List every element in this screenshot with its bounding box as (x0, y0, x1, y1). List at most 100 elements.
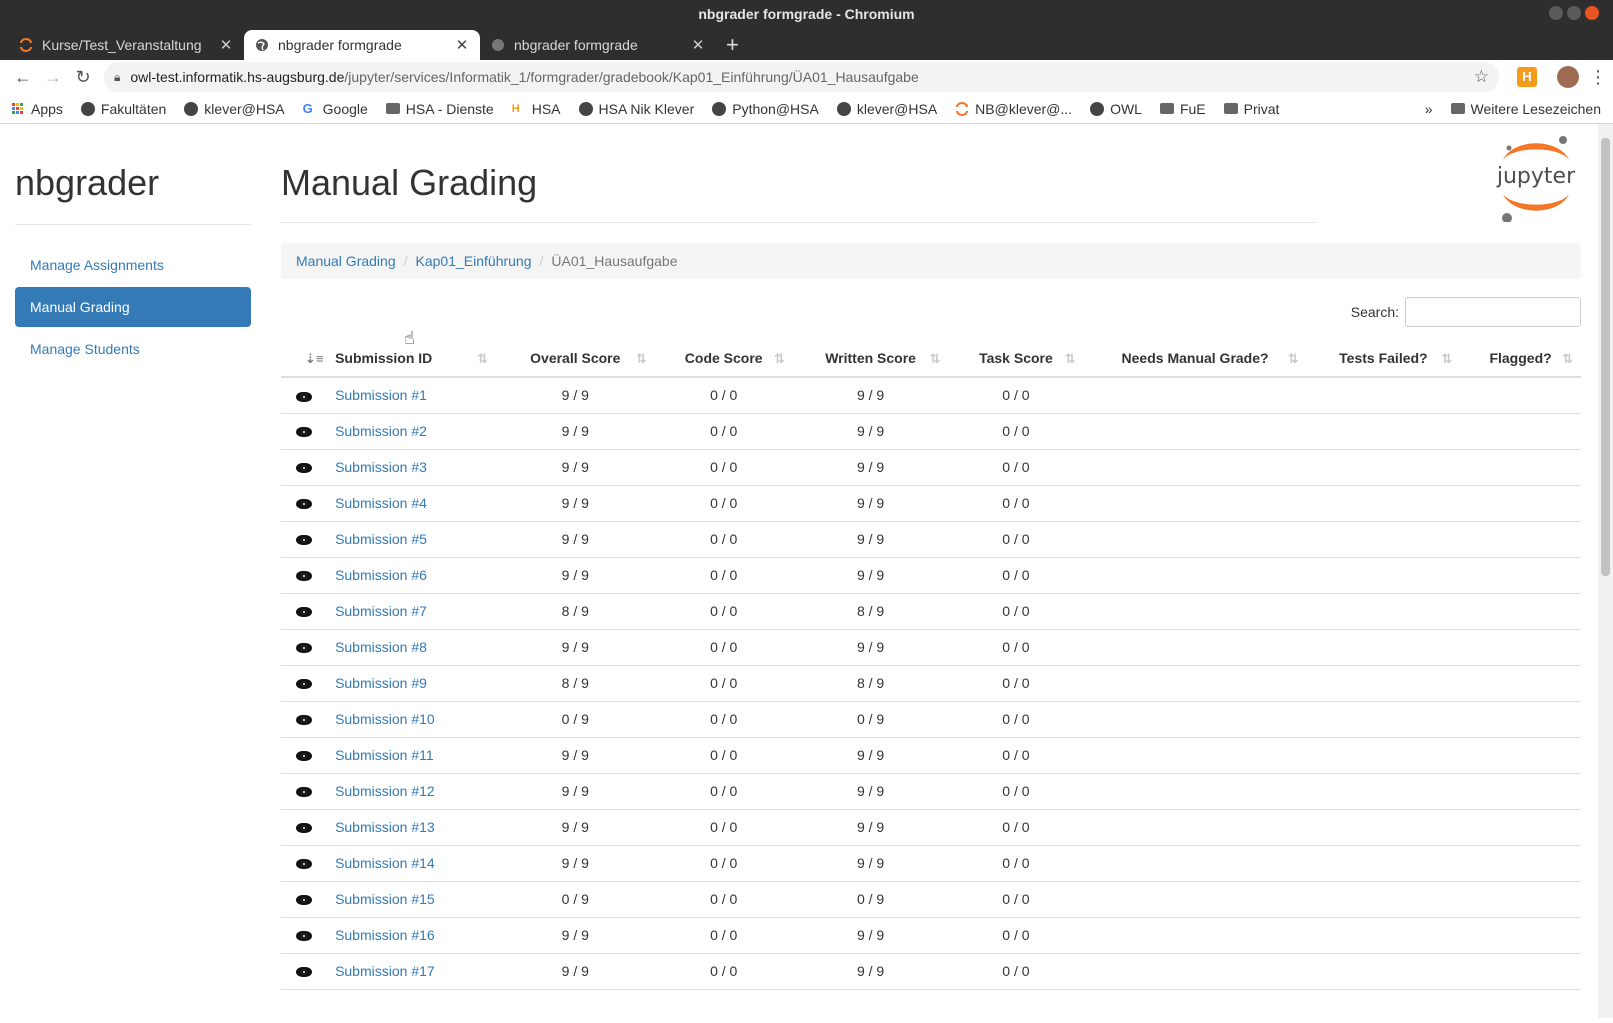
eye-icon[interactable] (296, 427, 313, 438)
submission-link[interactable]: Submission #8 (335, 639, 427, 655)
browser-menu-icon[interactable]: ⋮ (1589, 67, 1607, 88)
view-cell[interactable] (281, 485, 328, 522)
view-cell[interactable] (281, 377, 328, 414)
new-tab-button[interactable]: + (726, 30, 739, 60)
view-cell[interactable] (281, 593, 328, 630)
maximize-button[interactable] (1567, 6, 1581, 20)
submission-link[interactable]: Submission #11 (335, 747, 434, 763)
bookmark-privat[interactable]: Privat (1223, 101, 1279, 117)
view-cell[interactable] (281, 665, 328, 702)
view-cell[interactable] (281, 701, 328, 738)
submission-link[interactable]: Submission #14 (335, 855, 435, 871)
eye-icon[interactable] (296, 931, 313, 942)
eye-icon[interactable] (296, 391, 313, 402)
minimize-button[interactable] (1549, 6, 1563, 20)
column-header-flagged[interactable]: Flagged? ⇅ (1460, 339, 1581, 378)
view-cell[interactable] (281, 953, 328, 990)
bookmark-apps[interactable]: Apps (12, 101, 63, 117)
sidebar-item-manual-grading[interactable]: Manual Grading (15, 287, 251, 327)
close-tab-icon[interactable]: ✕ (454, 36, 470, 54)
eye-icon[interactable] (296, 499, 313, 510)
browser-tab-1[interactable]: Kurse/Test_Veranstaltung ✕ (8, 30, 244, 60)
close-tab-icon[interactable]: ✕ (690, 36, 706, 54)
bookmark-python-hsa[interactable]: Python@HSA (712, 101, 819, 117)
submission-link[interactable]: Submission #9 (335, 675, 427, 691)
breadcrumb-manual-grading[interactable]: Manual Grading (296, 253, 396, 269)
submission-link[interactable]: Submission #5 (335, 531, 427, 547)
view-cell[interactable] (281, 557, 328, 594)
extension-icon[interactable]: H (1517, 67, 1537, 87)
search-input[interactable] (1405, 297, 1581, 327)
scrollbar-thumb[interactable] (1601, 138, 1610, 576)
back-button[interactable]: ← (8, 67, 38, 88)
eye-icon[interactable] (296, 751, 313, 762)
eye-icon[interactable] (296, 571, 313, 582)
view-cell[interactable] (281, 629, 328, 666)
column-header-code-score[interactable]: Code Score ⇅ (654, 339, 793, 378)
view-cell[interactable] (281, 881, 328, 918)
bookmark-other-folder[interactable]: Weitere Lesezeichen (1450, 101, 1601, 117)
sidebar-item-manage-assignments[interactable]: Manage Assignments (15, 245, 251, 285)
page-scrollbar[interactable] (1598, 124, 1613, 1018)
bookmark-star-icon[interactable]: ☆ (1474, 67, 1489, 87)
view-cell[interactable] (281, 449, 328, 486)
submission-link[interactable]: Submission #1 (335, 387, 427, 403)
sidebar-item-manage-students[interactable]: Manage Students (15, 329, 251, 369)
eye-icon[interactable] (296, 967, 313, 978)
submission-link[interactable]: Submission #3 (335, 459, 427, 475)
bookmarks-overflow-button[interactable]: » (1425, 101, 1433, 117)
submission-link[interactable]: Submission #16 (335, 927, 435, 943)
submission-link[interactable]: Submission #10 (335, 711, 435, 727)
bookmark-owl[interactable]: OWL (1090, 101, 1142, 117)
breadcrumb-assignment[interactable]: Kap01_Einführung (416, 253, 532, 269)
view-cell[interactable] (281, 737, 328, 774)
address-bar[interactable]: 🔒︎ owl-test.informatik.hs-augsburg.de/ju… (104, 62, 1499, 92)
submission-link[interactable]: Submission #7 (335, 603, 427, 619)
column-header-tests-failed[interactable]: Tests Failed? ⇅ (1306, 339, 1461, 378)
browser-tab-3[interactable]: nbgrader formgrade ✕ (480, 30, 716, 60)
view-cell[interactable] (281, 809, 328, 846)
column-header-needs-manual-grade[interactable]: Needs Manual Grade? ⇅ (1083, 339, 1307, 378)
column-header-view[interactable]: ⇣≡ (281, 339, 328, 378)
eye-icon[interactable] (296, 823, 313, 834)
close-tab-icon[interactable]: ✕ (218, 36, 234, 54)
bookmark-klever-hsa[interactable]: klever@HSA (184, 101, 285, 117)
column-header-overall-score[interactable]: Overall Score ⇅ (495, 339, 655, 378)
submission-link[interactable]: Submission #13 (335, 819, 435, 835)
column-header-task-score[interactable]: Task Score ⇅ (948, 339, 1084, 378)
submission-link[interactable]: Submission #4 (335, 495, 427, 511)
eye-icon[interactable] (296, 535, 313, 546)
submission-link[interactable]: Submission #12 (335, 783, 435, 799)
view-cell[interactable] (281, 521, 328, 558)
eye-icon[interactable] (296, 463, 313, 474)
submission-link[interactable]: Submission #6 (335, 567, 427, 583)
bookmark-klever-hsa-2[interactable]: klever@HSA (836, 101, 937, 117)
eye-icon[interactable] (296, 607, 313, 618)
bookmark-fue[interactable]: FuE (1159, 101, 1206, 117)
column-header-written-score[interactable]: Written Score ⇅ (792, 339, 949, 378)
eye-icon[interactable] (296, 679, 313, 690)
eye-icon[interactable] (296, 643, 313, 654)
profile-avatar[interactable] (1557, 66, 1579, 88)
view-cell[interactable] (281, 413, 328, 450)
submission-link[interactable]: Submission #17 (335, 963, 435, 979)
close-window-button[interactable] (1585, 6, 1599, 20)
browser-tab-2[interactable]: nbgrader formgrade ✕ (244, 30, 480, 60)
lock-icon[interactable]: 🔒︎ (114, 70, 120, 85)
view-cell[interactable] (281, 773, 328, 810)
bookmark-nb-klever[interactable]: NB@klever@... (955, 101, 1072, 117)
bookmark-hsa-nik-klever[interactable]: HSA Nik Klever (578, 101, 694, 117)
forward-button[interactable]: → (38, 67, 68, 88)
reload-button[interactable]: ↻ (68, 67, 98, 88)
eye-icon[interactable] (296, 787, 313, 798)
view-cell[interactable] (281, 845, 328, 882)
submission-link[interactable]: Submission #2 (335, 423, 427, 439)
eye-icon[interactable] (296, 895, 313, 906)
eye-icon[interactable] (296, 715, 313, 726)
submission-link[interactable]: Submission #15 (335, 891, 435, 907)
view-cell[interactable] (281, 917, 328, 954)
bookmark-hsa-dienste[interactable]: HSA - Dienste (385, 101, 494, 117)
bookmark-fakultaeten[interactable]: Fakultäten (80, 101, 166, 117)
eye-icon[interactable] (296, 859, 313, 870)
bookmark-google[interactable]: G Google (303, 101, 368, 117)
